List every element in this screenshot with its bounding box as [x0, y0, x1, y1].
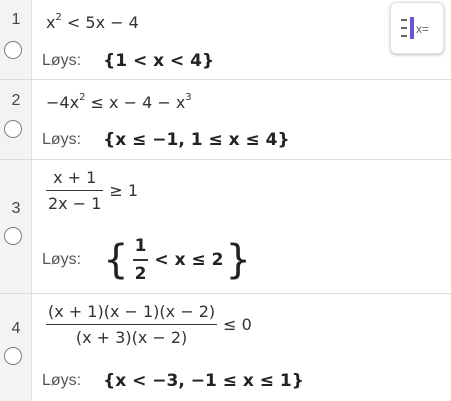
output-label: Løys: [42, 251, 82, 268]
row-input[interactable]: x + 1 2x − 1 ≥ 1 [46, 168, 138, 213]
fraction-denominator: 2 [134, 264, 147, 284]
row-input[interactable]: (x + 1)(x − 1)(x − 2) (x + 3)(x − 2) ≤ 0 [46, 302, 252, 347]
input-relation: ≥ 1 [109, 181, 139, 200]
row-output: Løys: {1 < x < 4} [42, 48, 214, 74]
row-gutter: 4 [0, 294, 32, 401]
cas-row-1[interactable]: 1 x2 < 5x − 4 Løys: {1 < x < 4} [0, 0, 451, 80]
fraction-bar [46, 324, 218, 325]
result-close-brace: } [225, 237, 251, 283]
row-number: 1 [11, 11, 21, 28]
row-radio-button[interactable] [4, 227, 22, 245]
output-label: Løys: [42, 131, 82, 148]
fraction-denominator: 2x − 1 [48, 194, 102, 213]
input-term: ≤ x − 4 − x [85, 93, 186, 112]
output-label: Løys: [42, 52, 82, 69]
input-exponent: 3 [185, 92, 192, 103]
row-radio-button[interactable] [4, 41, 22, 59]
input-fraction: x + 1 2x − 1 [46, 168, 104, 213]
row-number: 4 [11, 320, 21, 337]
algebra-view-toggle-button[interactable]: x= [390, 2, 444, 54]
algebra-view-icon-text: x= [416, 22, 429, 36]
cas-row-2[interactable]: 2 −4x2 ≤ x − 4 − x3 Løys: {x ≤ −1, 1 ≤ x… [0, 80, 451, 160]
input-term: < 5x − 4 [61, 13, 139, 32]
row-output: Løys: {x < −3, −1 ≤ x ≤ 1} [42, 368, 304, 394]
input-relation: ≤ 0 [223, 315, 252, 334]
result-rest: < x ≤ 2 [154, 250, 224, 270]
row-input[interactable]: x2 < 5x − 4 [46, 12, 139, 32]
fraction-numerator: x + 1 [53, 168, 97, 187]
algebra-view-icon: x= [401, 17, 429, 39]
row-radio-button[interactable] [4, 120, 22, 138]
output-result: {1 < x < 4} [103, 51, 215, 71]
result-fraction: 1 2 [132, 236, 149, 284]
fraction-numerator: 1 [134, 236, 147, 256]
fraction-denominator: (x + 3)(x − 2) [75, 328, 188, 347]
row-gutter: 2 [0, 80, 32, 159]
row-output: Løys: {x ≤ −1, 1 ≤ x ≤ 4} [42, 127, 290, 153]
row-output: Løys: { 1 2 < x ≤ 2 } [42, 234, 251, 286]
row-gutter: 3 [0, 160, 32, 293]
row-gutter: 1 [0, 0, 32, 79]
output-result: { 1 2 < x ≤ 2 } [103, 236, 251, 284]
row-radio-button[interactable] [4, 347, 22, 365]
row-number: 3 [11, 200, 21, 217]
output-result: {x < −3, −1 ≤ x ≤ 1} [103, 371, 304, 391]
input-fraction: (x + 1)(x − 1)(x − 2) (x + 3)(x − 2) [46, 302, 218, 347]
cas-view: 1 x2 < 5x − 4 Løys: {1 < x < 4} 2 −4x2 ≤… [0, 0, 451, 401]
row-number: 2 [11, 92, 21, 109]
result-open-brace: { [103, 237, 129, 283]
output-label: Løys: [42, 372, 82, 389]
row-input[interactable]: −4x2 ≤ x − 4 − x3 [46, 92, 192, 112]
fraction-bar [46, 190, 104, 191]
output-result: {x ≤ −1, 1 ≤ x ≤ 4} [103, 130, 290, 150]
fraction-bar [132, 259, 149, 261]
fraction-numerator: (x + 1)(x − 1)(x − 2) [48, 302, 216, 321]
input-term: −4x [46, 93, 80, 112]
cas-row-3[interactable]: 3 x + 1 2x − 1 ≥ 1 Løys: { 1 2 < x ≤ 2 } [0, 160, 451, 294]
cas-row-4[interactable]: 4 (x + 1)(x − 1)(x − 2) (x + 3)(x − 2) ≤… [0, 294, 451, 401]
